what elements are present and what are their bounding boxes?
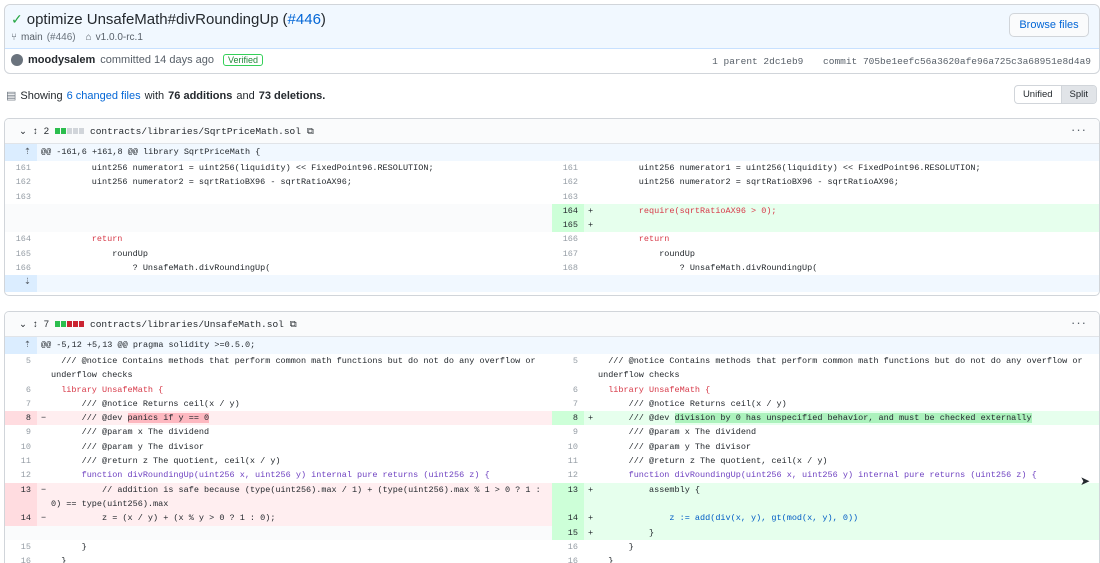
check-icon: ✓	[11, 11, 23, 27]
branch-icon: ⑂	[11, 32, 17, 43]
expand-up-icon[interactable]: ⇡	[5, 337, 37, 354]
diff-row-added: 165 +	[5, 218, 1099, 233]
diff-row-changed: 14− z = (x / y) + (x % y > 0 ? 1 : 0); 1…	[5, 511, 1099, 526]
diff-row: 12 function divRoundingUp(uint256 x, uin…	[20, 470, 1037, 481]
expand-up-icon[interactable]: ⇡	[5, 144, 37, 161]
commit-meta-bar: moodysalem committed 14 days ago Verifie…	[5, 49, 1099, 74]
diff-row: 5 /// @notice Contains methods that perf…	[25, 356, 1088, 381]
diff-summary: ▤ Showing 6 changed files with 76 additi…	[6, 89, 326, 103]
file-diff: ⌄ ↕ 7 contracts/libraries/UnsafeMath.sol…	[4, 311, 1100, 563]
diff-row: 10 /// @param y The divisor 10 /// @para…	[20, 441, 752, 452]
diffstat	[55, 128, 85, 134]
diff-row-changed: 8− /// @dev panics if y == 0 8 + /// @dev…	[5, 411, 1099, 426]
more-options-icon[interactable]: ···	[1071, 315, 1087, 330]
diff-row: 162 uint256 numerator2 = sqrtRatioBX96 -…	[15, 177, 899, 188]
diff-row: 166 ? UnsafeMath.divRoundingUp( 168 ? Un…	[15, 263, 818, 274]
more-options-icon[interactable]: ···	[1071, 122, 1087, 137]
file-diff: ⌄ ↕ 2 contracts/libraries/SqrtPriceMath.…	[4, 118, 1100, 296]
commit-header: ✓ optimize UnsafeMath#divRoundingUp (#44…	[4, 4, 1100, 74]
hunk-header: ⇡ @@ -161,6 +161,8 @@ library SqrtPriceM…	[5, 144, 1099, 161]
parent-link[interactable]: 1 parent 2dc1eb9	[712, 56, 803, 67]
diff-row: 161 uint256 numerator1 = uint256(liquidi…	[15, 163, 981, 173]
diff-row: 16 } 16 }	[20, 556, 614, 563]
diff-row: 7 /// @notice Returns ceil(x / y) 7 /// …	[25, 398, 787, 409]
file-header: ⌄ ↕ 7 contracts/libraries/UnsafeMath.sol…	[5, 312, 1099, 337]
hunk-header: ⇡ @@ -5,12 +5,13 @@ pragma solidity >=0.…	[5, 337, 1099, 354]
file-path[interactable]: contracts/libraries/UnsafeMath.sol	[90, 319, 284, 330]
diff-row: 164 return 166 return	[15, 234, 670, 245]
commit-title-bar: ✓ optimize UnsafeMath#divRoundingUp (#44…	[5, 5, 1099, 49]
tag-name[interactable]: v1.0.0-rc.1	[96, 32, 143, 43]
copy-icon[interactable]: ⧉	[290, 319, 297, 330]
file-path[interactable]: contracts/libraries/SqrtPriceMath.sol	[90, 126, 301, 137]
copy-icon[interactable]: ⧉	[307, 126, 314, 137]
diff-row: 165 roundUp 167 roundUp	[15, 248, 695, 259]
diff-row: 163 163	[15, 191, 578, 202]
commit-meta: 1 parent 2dc1eb9 commit 705be1eefc56a362…	[698, 56, 1091, 67]
branch-info: ⑂ main (#446) ⌂ v1.0.0-rc.1	[11, 32, 143, 43]
file-diff-icon: ▤	[6, 90, 17, 102]
diff-row-added: 164 + require(sqrtRatioAX96 > 0);	[5, 203, 1099, 219]
browse-files-button[interactable]: Browse files	[1009, 13, 1089, 37]
pr-link[interactable]: #446	[288, 11, 321, 28]
diff-view-toggle: Unified Split	[1013, 85, 1097, 104]
diffstat	[55, 321, 85, 327]
file-header: ⌄ ↕ 2 contracts/libraries/SqrtPriceMath.…	[5, 119, 1099, 144]
expand-icon[interactable]: ↕	[33, 319, 38, 330]
unified-button[interactable]: Unified	[1015, 86, 1061, 103]
expand-icon[interactable]: ↕	[33, 126, 38, 137]
diff-row: 11 /// @return z The quotient, ceil(x / …	[20, 456, 828, 467]
diff-row-added: 15 + }	[5, 525, 1099, 540]
diff-row-changed: 13− // addition is safe because (type(ui…	[5, 482, 1099, 512]
diff-row: 9 /// @param x The dividend 9 /// @param…	[25, 427, 757, 438]
author-name[interactable]: moodysalem	[28, 54, 95, 66]
tag-icon: ⌂	[85, 32, 92, 43]
branch-name[interactable]: main	[21, 32, 43, 43]
commit-title: ✓ optimize UnsafeMath#divRoundingUp (#44…	[11, 11, 326, 28]
changed-files-link[interactable]: 6 changed files	[67, 90, 141, 102]
chevron-down-icon[interactable]: ⌄	[19, 319, 27, 330]
avatar[interactable]	[11, 54, 23, 66]
split-button[interactable]: Split	[1060, 86, 1096, 103]
chevron-down-icon[interactable]: ⌄	[19, 126, 27, 137]
expand-down-icon[interactable]: ⇣	[5, 275, 37, 293]
commit-sha: commit 705be1eefc56a3620afe96a725c3a6895…	[823, 56, 1091, 67]
mouse-cursor-icon: ➤	[1080, 474, 1091, 488]
verified-badge[interactable]: Verified	[222, 54, 264, 66]
author-info: moodysalem committed 14 days ago Verifie…	[11, 54, 264, 66]
expand-row: ⇣	[5, 275, 1099, 293]
diff-row: 6 library UnsafeMath { 6 library UnsafeM…	[25, 384, 711, 395]
diff-row: 15 } 16 }	[20, 541, 634, 552]
